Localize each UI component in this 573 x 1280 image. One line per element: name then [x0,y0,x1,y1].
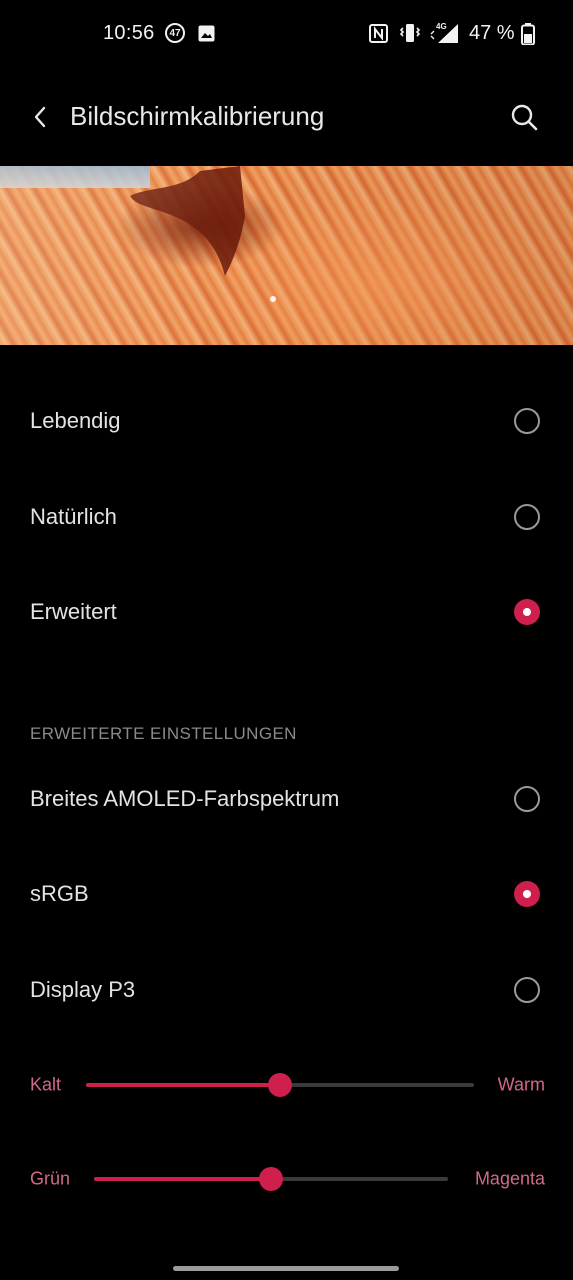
option-natuerlich[interactable]: Natürlich [0,487,573,547]
option-erweitert[interactable]: Erweitert [0,582,573,642]
radio-button[interactable] [514,786,540,812]
page-title: Bildschirmkalibrierung [70,101,325,131]
preview-banner-image [0,166,573,345]
page-indicator-dot [270,296,276,302]
search-icon[interactable] [508,101,540,133]
image-icon [198,25,215,42]
option-label: sRGB [30,881,89,906]
battery-percent: 47 % [469,22,515,44]
slider-thumb[interactable] [259,1167,283,1191]
temperature-slider-track[interactable] [86,1073,474,1097]
slider-min-label: Kalt [30,1074,62,1095]
radio-button-selected[interactable] [514,599,540,625]
option-lebendig[interactable]: Lebendig [0,391,573,451]
app-bar: Bildschirmkalibrierung [0,86,573,148]
vibrate-icon [399,24,421,42]
option-label: Erweitert [30,599,117,624]
battery-icon [521,23,535,45]
section-heading: ERWEITERTE EINSTELLUNGEN [30,724,297,743]
tint-slider-track[interactable] [94,1167,448,1191]
status-time: 10:56 [103,22,155,44]
radio-button-selected[interactable] [514,881,540,907]
notification-badge-icon: 47 [165,23,185,43]
radio-button[interactable] [514,408,540,434]
option-label: Display P3 [30,977,136,1002]
nfc-icon [369,24,388,43]
option-label: Lebendig [30,408,121,433]
option-breites-amoled[interactable]: Breites AMOLED-Farbspektrum [0,769,573,829]
option-label: Breites AMOLED-Farbspektrum [30,786,340,811]
back-arrow-icon[interactable] [26,102,54,132]
slider-max-label: Magenta [474,1168,545,1189]
tint-slider-row: Grün Magenta [0,1159,573,1199]
option-display-p3[interactable]: Display P3 [0,960,573,1020]
slider-fill [94,1177,271,1181]
slider-thumb[interactable] [268,1073,292,1097]
signal-icon: 4G [430,22,458,43]
temperature-slider-row: Kalt Warm [0,1065,573,1105]
slider-fill [86,1083,280,1087]
network-type-label: 4G [436,22,447,31]
slider-min-label: Grün [30,1168,71,1189]
gesture-nav-bar[interactable] [173,1266,399,1271]
option-label: Natürlich [30,504,117,529]
slider-max-label: Warm [497,1074,545,1095]
status-bar: 10:56 47 4G 47 % [0,0,573,66]
radio-button[interactable] [514,977,540,1003]
radio-button[interactable] [514,504,540,530]
option-srgb[interactable]: sRGB [0,864,573,924]
